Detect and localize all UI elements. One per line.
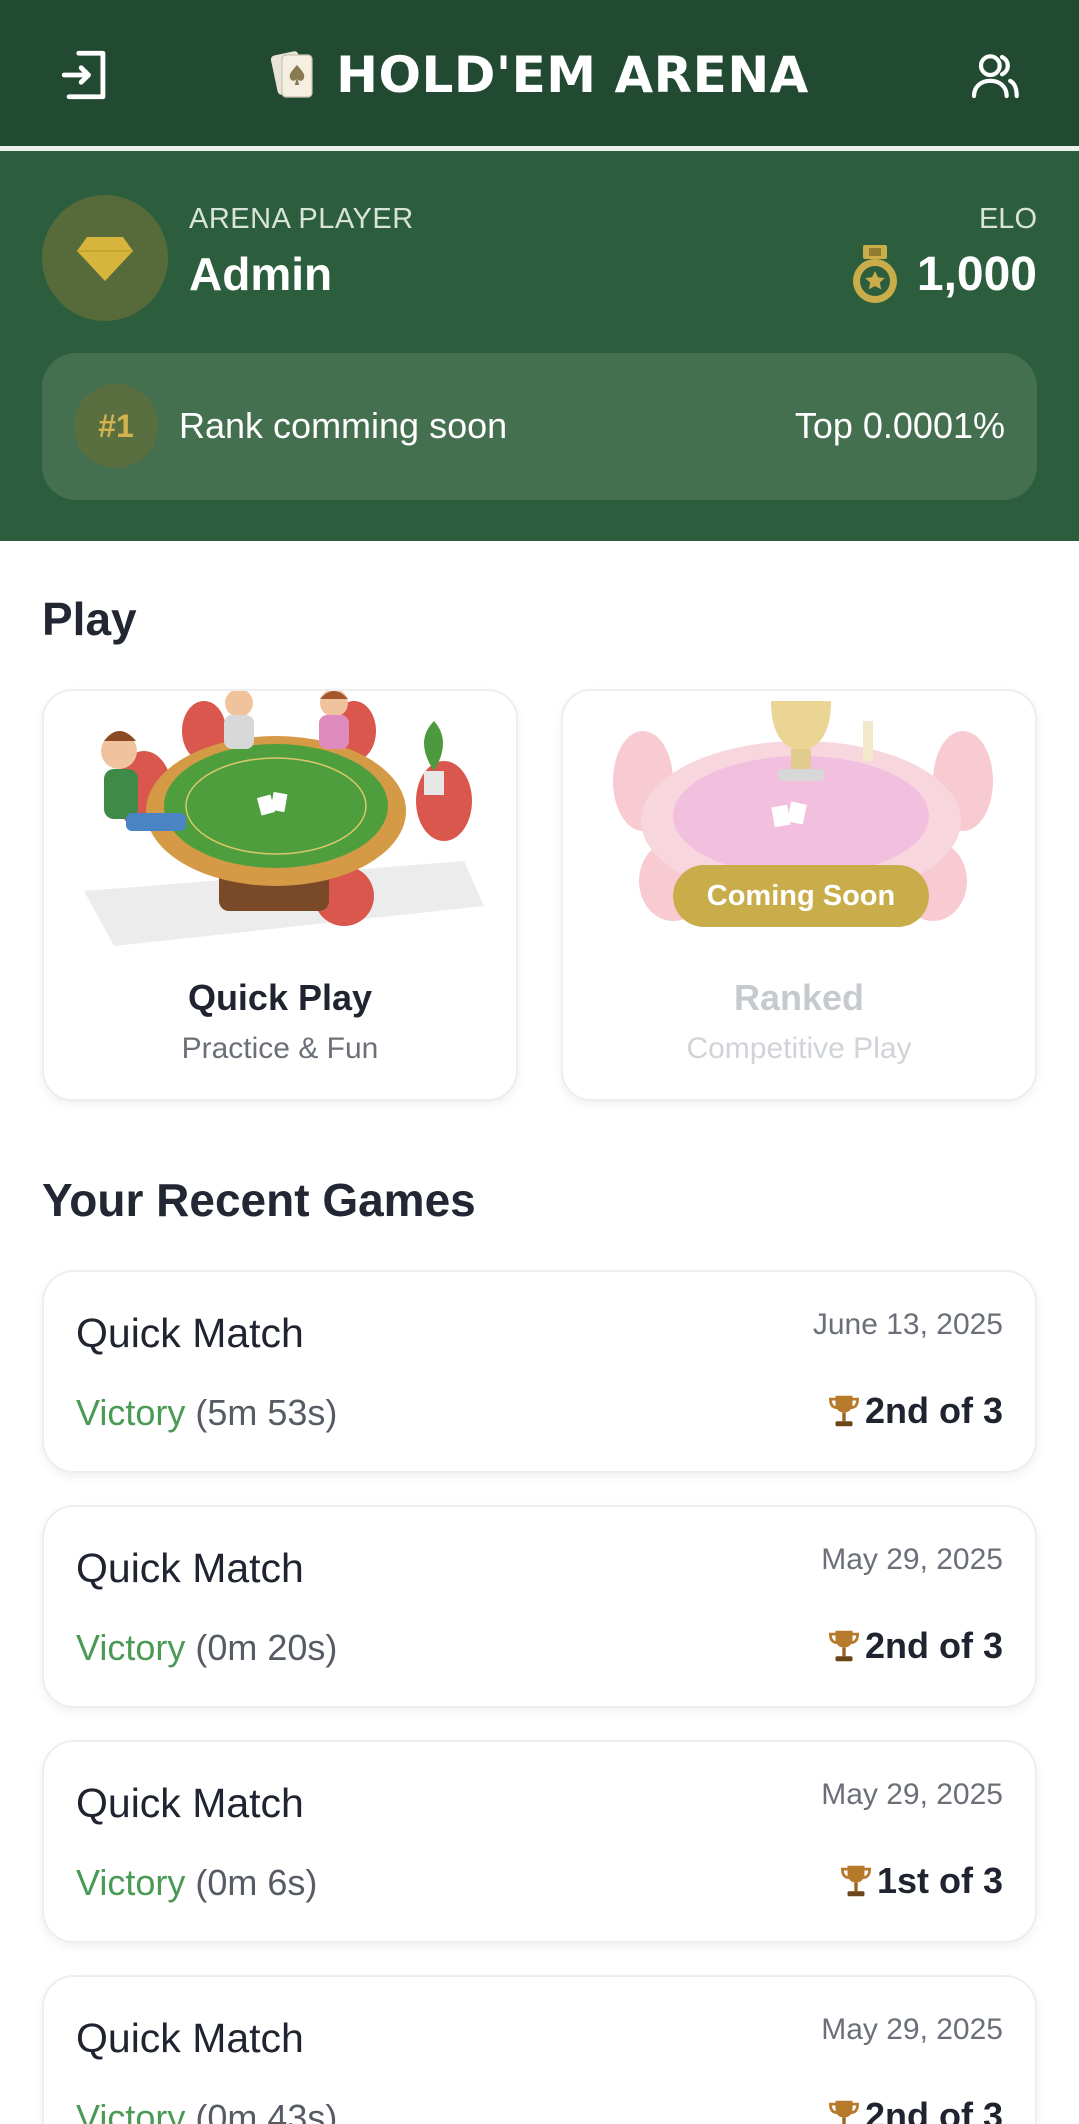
quick-play-subtitle: Practice & Fun <box>181 1032 379 1065</box>
quick-play-card[interactable]: Quick Play Practice & Fun <box>42 689 518 1101</box>
game-place-text: 2nd of 3 <box>864 1625 1003 1666</box>
game-placement: 2nd of 3 <box>827 1625 1003 1667</box>
diamond-icon <box>77 237 133 281</box>
elo-display: 1,000 <box>851 243 1037 305</box>
game-result: Victory (5m 53s) <box>76 1392 337 1434</box>
app-title: HOLD'EM ARENA <box>336 46 809 104</box>
game-outcome: Victory <box>76 1627 186 1668</box>
profile-banner: ARENA PLAYER Admin ELO 1,000 #1 Rank com… <box>0 151 1079 541</box>
game-date: May 29, 2025 <box>821 2013 1003 2046</box>
card-spade-icon <box>271 51 313 98</box>
quick-play-title: Quick Play <box>187 977 373 1018</box>
users-button[interactable] <box>955 35 1035 115</box>
trophy-icon <box>829 1630 859 1662</box>
game-duration: (0m 6s) <box>195 1862 318 1903</box>
users-icon <box>971 54 1019 99</box>
game-result: Victory (0m 20s) <box>76 1627 337 1669</box>
rank-badge: #1 <box>74 384 158 468</box>
rank-text: Rank comming soon <box>179 405 508 446</box>
rank-panel: #1 Rank comming soon Top 0.0001% <box>42 353 1037 500</box>
game-title: Quick Match <box>76 2015 304 2061</box>
recent-games-title: Your Recent Games <box>42 1174 476 1226</box>
elo-label: ELO <box>978 203 1037 235</box>
top-app-bar: HOLD'EM ARENA <box>0 0 1079 146</box>
game-duration: (0m 20s) <box>195 1627 338 1668</box>
play-section-title: Play <box>42 593 137 645</box>
game-date: June 13, 2025 <box>812 1308 1003 1341</box>
game-outcome: Victory <box>76 1392 186 1433</box>
game-result: Victory (0m 43s) <box>76 2097 337 2124</box>
game-duration: (0m 43s) <box>195 2097 338 2124</box>
game-title: Quick Match <box>76 1310 304 1356</box>
game-card[interactable]: Quick Match June 13, 2025 Victory (5m 53… <box>42 1270 1037 1473</box>
game-outcome: Victory <box>76 2097 186 2124</box>
game-card[interactable]: Quick Match May 29, 2025 Victory (0m 6s)… <box>42 1740 1037 1943</box>
game-outcome: Victory <box>76 1862 186 1903</box>
quick-play-illustration <box>84 691 484 946</box>
game-date: May 29, 2025 <box>821 1778 1003 1811</box>
game-placement: 2nd of 3 <box>827 2095 1003 2124</box>
game-placement: 2nd of 3 <box>827 1390 1003 1432</box>
rank-percentile: Top 0.0001% <box>794 405 1005 446</box>
elo-value: 1,000 <box>916 247 1037 301</box>
medal-icon <box>852 245 897 303</box>
game-card[interactable]: Quick Match May 29, 2025 Victory (0m 20s… <box>42 1505 1037 1708</box>
game-place-text: 1st of 3 <box>876 1860 1003 1901</box>
ranked-title: Ranked <box>733 977 865 1018</box>
ranked-card[interactable]: Coming Soon Ranked Competitive Play <box>561 689 1037 1101</box>
game-place-text: 2nd of 3 <box>864 1390 1003 1431</box>
player-name: Admin <box>189 248 333 300</box>
brand: HOLD'EM ARENA <box>0 40 1079 110</box>
game-placement: 1st of 3 <box>839 1860 1003 1902</box>
ranked-subtitle: Competitive Play <box>686 1032 912 1065</box>
coming-soon-badge: Coming Soon <box>673 865 929 927</box>
trophy-icon <box>829 2100 859 2124</box>
game-title: Quick Match <box>76 1780 304 1826</box>
game-place-text: 2nd of 3 <box>864 2095 1003 2124</box>
trophy-icon <box>840 1865 871 1897</box>
player-label: ARENA PLAYER <box>189 203 414 235</box>
game-date: May 29, 2025 <box>821 1543 1003 1576</box>
game-duration: (5m 53s) <box>195 1392 338 1433</box>
game-title: Quick Match <box>76 1545 304 1591</box>
game-card[interactable]: Quick Match May 29, 2025 Victory (0m 43s… <box>42 1975 1037 2124</box>
avatar <box>42 195 168 321</box>
trophy-icon <box>829 1395 859 1427</box>
game-result: Victory (0m 6s) <box>76 1862 317 1904</box>
